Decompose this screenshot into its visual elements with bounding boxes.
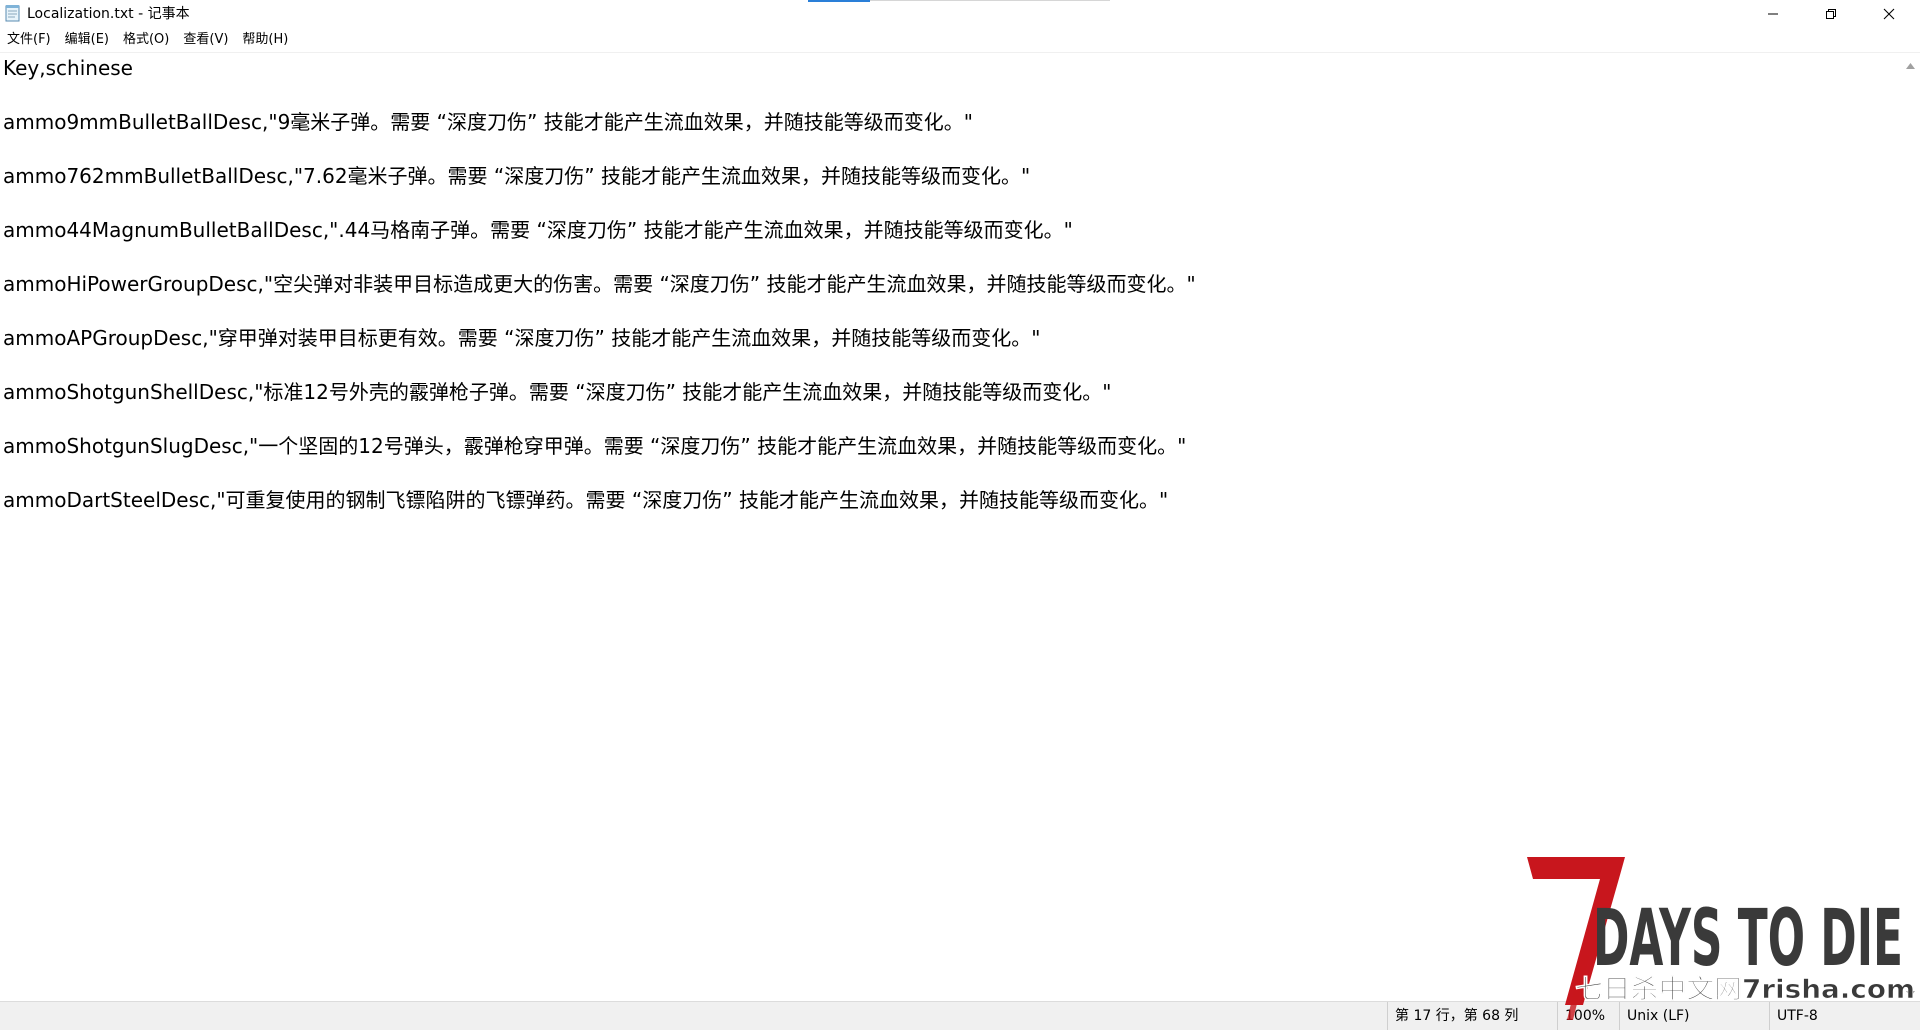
status-cursor-position: 第 17 行，第 68 列 [1387,1002,1557,1030]
text-line: ammoShotgunSlugDesc,"一个坚固的12号弹头，霰弹枪穿甲弹。需… [3,434,1187,458]
title-accent-line [808,0,870,2]
minimize-button[interactable] [1744,0,1802,28]
scroll-down-button[interactable] [1900,981,1920,1001]
chevron-up-icon [1905,54,1915,73]
menu-format[interactable]: 格式(O) [116,30,176,50]
restore-button[interactable] [1802,0,1860,28]
text-line: ammo44MagnumBulletBallDesc,".44马格南子弹。需要 … [3,218,1073,242]
status-zoom: 100% [1557,1002,1619,1030]
menu-edit[interactable]: 编辑(E) [58,30,116,50]
window-title: Localization.txt - 记事本 [27,6,190,22]
notepad-icon [5,4,20,22]
text-line: ammo9mmBulletBallDesc,"9毫米子弹。需要 “深度刀伤” 技… [3,110,973,134]
menu-file[interactable]: 文件(F) [0,30,58,50]
scroll-up-button[interactable] [1900,53,1920,73]
text-line: Key,schinese [3,56,133,80]
text-line: ammoShotgunShellDesc,"标准12号外壳的霰弹枪子弹。需要 “… [3,380,1112,404]
text-line: ammoAPGroupDesc,"穿甲弹对装甲目标更有效。需要 “深度刀伤” 技… [3,326,1041,350]
menu-help[interactable]: 帮助(H) [235,30,295,50]
text-line: ammo762mmBulletBallDesc,"7.62毫米子弹。需要 “深度… [3,164,1031,188]
text-line: ammoHiPowerGroupDesc,"空尖弹对非装甲目标造成更大的伤害。需… [3,272,1196,296]
close-button[interactable] [1860,0,1918,28]
text-line: ammoDartSteelDesc,"可重复使用的钢制飞镖陷阱的飞镖弹药。需要 … [3,488,1169,512]
title-accent-line-gray [870,0,1110,1]
menu-view[interactable]: 查看(V) [176,30,235,50]
status-line-ending: Unix (LF) [1619,1002,1769,1030]
title-bar[interactable]: Localization.txt - 记事本 [0,0,1920,28]
text-editor[interactable]: Key,schinese ammo9mmBulletBallDesc,"9毫米子… [0,53,1900,1001]
vertical-scrollbar[interactable] [1900,53,1920,1001]
close-icon [1883,8,1895,20]
restore-icon [1825,8,1837,20]
menu-bar: 文件(F) 编辑(E) 格式(O) 查看(V) 帮助(H) [0,28,1920,52]
notepad-window: Localization.txt - 记事本 文件(F) 编辑(E) 格式(O)… [0,0,1920,1030]
chevron-down-icon [1905,982,1915,1001]
status-bar: 第 17 行，第 68 列 100% Unix (LF) UTF-8 [0,1001,1920,1030]
status-encoding: UTF-8 [1769,1002,1920,1030]
minimize-icon [1767,8,1779,20]
